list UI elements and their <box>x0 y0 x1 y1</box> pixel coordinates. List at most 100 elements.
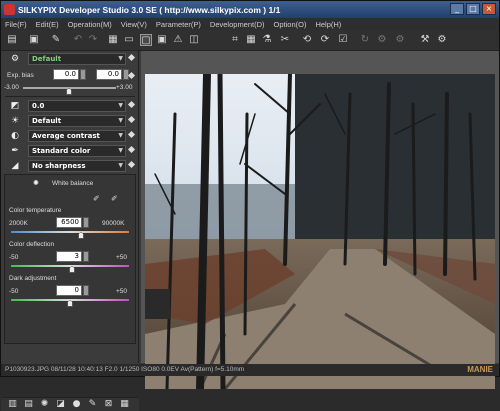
contrast-value: 0.0 <box>32 102 45 110</box>
control-panel: ⚙ Default ▼ Exp. bias 0.0 0.0 -3.00 +3.00… <box>1 51 139 411</box>
wb-auto-icon[interactable]: ✐ <box>111 194 118 203</box>
diamond-icon[interactable] <box>127 130 136 139</box>
menu-edit[interactable]: Edit(E) <box>36 20 59 29</box>
menu-view[interactable]: View(V) <box>121 20 147 29</box>
color-deflection-max: +50 <box>116 254 128 261</box>
list-view-icon[interactable]: ▭ <box>123 34 135 46</box>
diamond-icon[interactable] <box>127 115 136 124</box>
minimize-button[interactable]: _ <box>450 3 464 15</box>
menu-parameter[interactable]: Parameter(P) <box>156 20 201 29</box>
color-deflection-input[interactable]: 3 <box>56 251 82 262</box>
diamond-icon[interactable] <box>127 53 136 62</box>
color-deflection-spinner[interactable] <box>83 251 89 262</box>
app-logo-icon <box>4 4 15 15</box>
close-button[interactable]: × <box>482 3 496 15</box>
forest-photo <box>145 74 495 389</box>
rotate-left-icon[interactable]: ⟲ <box>301 34 313 46</box>
exposure-max: +3.00 <box>116 84 133 91</box>
chevron-down-icon: ▼ <box>118 162 123 169</box>
menu-file[interactable]: File(F) <box>5 20 27 29</box>
levels-icon[interactable]: ▤ <box>23 399 34 410</box>
exposure-input-1[interactable]: 0.0 <box>53 69 79 80</box>
hammer-icon[interactable]: ⚒ <box>419 34 431 46</box>
sphere-icon[interactable]: ● <box>71 399 82 410</box>
contrast-style-row: ◐ Average contrast ▼ <box>1 129 139 143</box>
diamond-icon[interactable] <box>127 145 136 154</box>
eyedropper-gray-icon[interactable]: ✂ <box>279 34 291 46</box>
diamond-icon[interactable] <box>127 100 136 109</box>
dark-adjustment-slider-knob[interactable] <box>67 300 73 307</box>
redo-icon[interactable]: ↷ <box>87 34 99 46</box>
color-temp-slider-track[interactable] <box>11 231 129 233</box>
color-temp-spinner[interactable] <box>83 217 89 228</box>
sun-icon: ✺ <box>33 179 39 187</box>
contrast-style-value: Average contrast <box>32 132 100 140</box>
color-row: ✒ Standard color ▼ <box>1 144 139 158</box>
transform-icon[interactable]: ⊠ <box>103 399 114 410</box>
fit-view-icon[interactable]: ▣ <box>156 34 168 46</box>
color-deflection-slider-track[interactable] <box>11 265 129 267</box>
diamond-icon[interactable] <box>127 160 136 169</box>
thumbnail-view-icon[interactable]: ▦ <box>107 34 119 46</box>
color-dropdown[interactable]: Standard color ▼ <box>28 145 126 157</box>
single-view-icon[interactable]: ▢ <box>140 34 152 46</box>
dark-adjustment-input[interactable]: 0 <box>56 285 82 296</box>
color-temp-label: Color temperature <box>9 207 62 214</box>
chevron-down-icon: ▼ <box>118 147 123 154</box>
compare-view-icon[interactable]: ◫ <box>188 34 200 46</box>
wb-eyedropper-icon[interactable]: ✐ <box>93 194 100 203</box>
menu-bar: File(F) Edit(E) Operation(M) View(V) Par… <box>1 18 499 30</box>
color-temp-slider-knob[interactable] <box>78 232 84 239</box>
exposure-spinner-1[interactable] <box>80 69 86 80</box>
tone-row: ☀ Default ▼ <box>1 114 139 128</box>
color-temp-max: 90000K <box>102 220 125 227</box>
image-viewer[interactable] <box>141 51 499 389</box>
grid-icon[interactable]: ▦ <box>119 399 130 410</box>
tone-dropdown[interactable]: Default ▼ <box>28 115 126 127</box>
maximize-button[interactable]: □ <box>466 3 480 15</box>
menu-help[interactable]: Help(H) <box>315 20 341 29</box>
watermark-text: MANIE <box>467 365 493 374</box>
color-deflection-min: -50 <box>9 254 19 261</box>
chevron-down-icon: ▼ <box>118 102 123 109</box>
color-temp-min: 2000K <box>9 220 28 227</box>
grid-icon[interactable]: ▦ <box>245 34 257 46</box>
dark-adjustment-label: Dark adjustment <box>9 275 57 282</box>
menu-development[interactable]: Development(D) <box>210 20 265 29</box>
curve-icon[interactable]: ◪ <box>55 399 66 410</box>
eraser-icon[interactable]: ✎ <box>50 34 62 46</box>
folder-icon[interactable]: ▣ <box>28 34 40 46</box>
settings-icon[interactable]: ⚙ <box>436 34 448 46</box>
menu-option[interactable]: Option(O) <box>274 20 307 29</box>
undo-icon[interactable]: ↶ <box>72 34 84 46</box>
contrast-style-dropdown[interactable]: Average contrast ▼ <box>28 130 126 142</box>
color-deflection-label: Color deflection <box>9 241 55 248</box>
develop-all-icon[interactable]: ⚙ <box>394 34 406 46</box>
color-deflection-slider-knob[interactable] <box>69 266 75 273</box>
brush-icon[interactable]: ✎ <box>87 399 98 410</box>
warning-icon[interactable]: ⚠ <box>172 34 184 46</box>
exposure-input-2[interactable]: 0.0 <box>96 69 122 80</box>
taste-dropdown[interactable]: Default ▼ <box>28 53 126 65</box>
status-text: P1030923.JPG 08/11/28 10:40:13 F2.0 1/12… <box>5 366 245 373</box>
noise-icon[interactable]: ✺ <box>39 399 50 410</box>
rotate-right-icon[interactable]: ⟳ <box>319 34 331 46</box>
dark-adjustment-spinner[interactable] <box>83 285 89 296</box>
develop-icon[interactable]: ⚙ <box>376 34 388 46</box>
refresh-icon[interactable]: ↻ <box>359 34 371 46</box>
folder-open-icon[interactable]: ▤ <box>6 34 18 46</box>
diamond-icon[interactable] <box>127 71 136 80</box>
contrast-dropdown[interactable]: 0.0 ▼ <box>28 100 126 112</box>
eyedropper-white-icon[interactable]: ⚗ <box>261 34 273 46</box>
exposure-slider-knob[interactable] <box>66 88 72 95</box>
white-balance-panel: ✺ White balance ✐ ✐ Color temperature 20… <box>4 174 136 344</box>
check-icon[interactable]: ☑ <box>337 34 349 46</box>
color-temp-input[interactable]: 6500 <box>56 217 82 228</box>
exposure-min: -3.00 <box>4 84 19 91</box>
sharpness-value: No sharpness <box>32 162 86 170</box>
menu-operation[interactable]: Operation(M) <box>68 20 112 29</box>
histogram-icon[interactable]: ▥ <box>7 399 18 410</box>
taste-value: Default <box>32 55 62 63</box>
sharpness-dropdown[interactable]: No sharpness ▼ <box>28 160 126 172</box>
crop-icon[interactable]: ⌗ <box>229 34 241 46</box>
